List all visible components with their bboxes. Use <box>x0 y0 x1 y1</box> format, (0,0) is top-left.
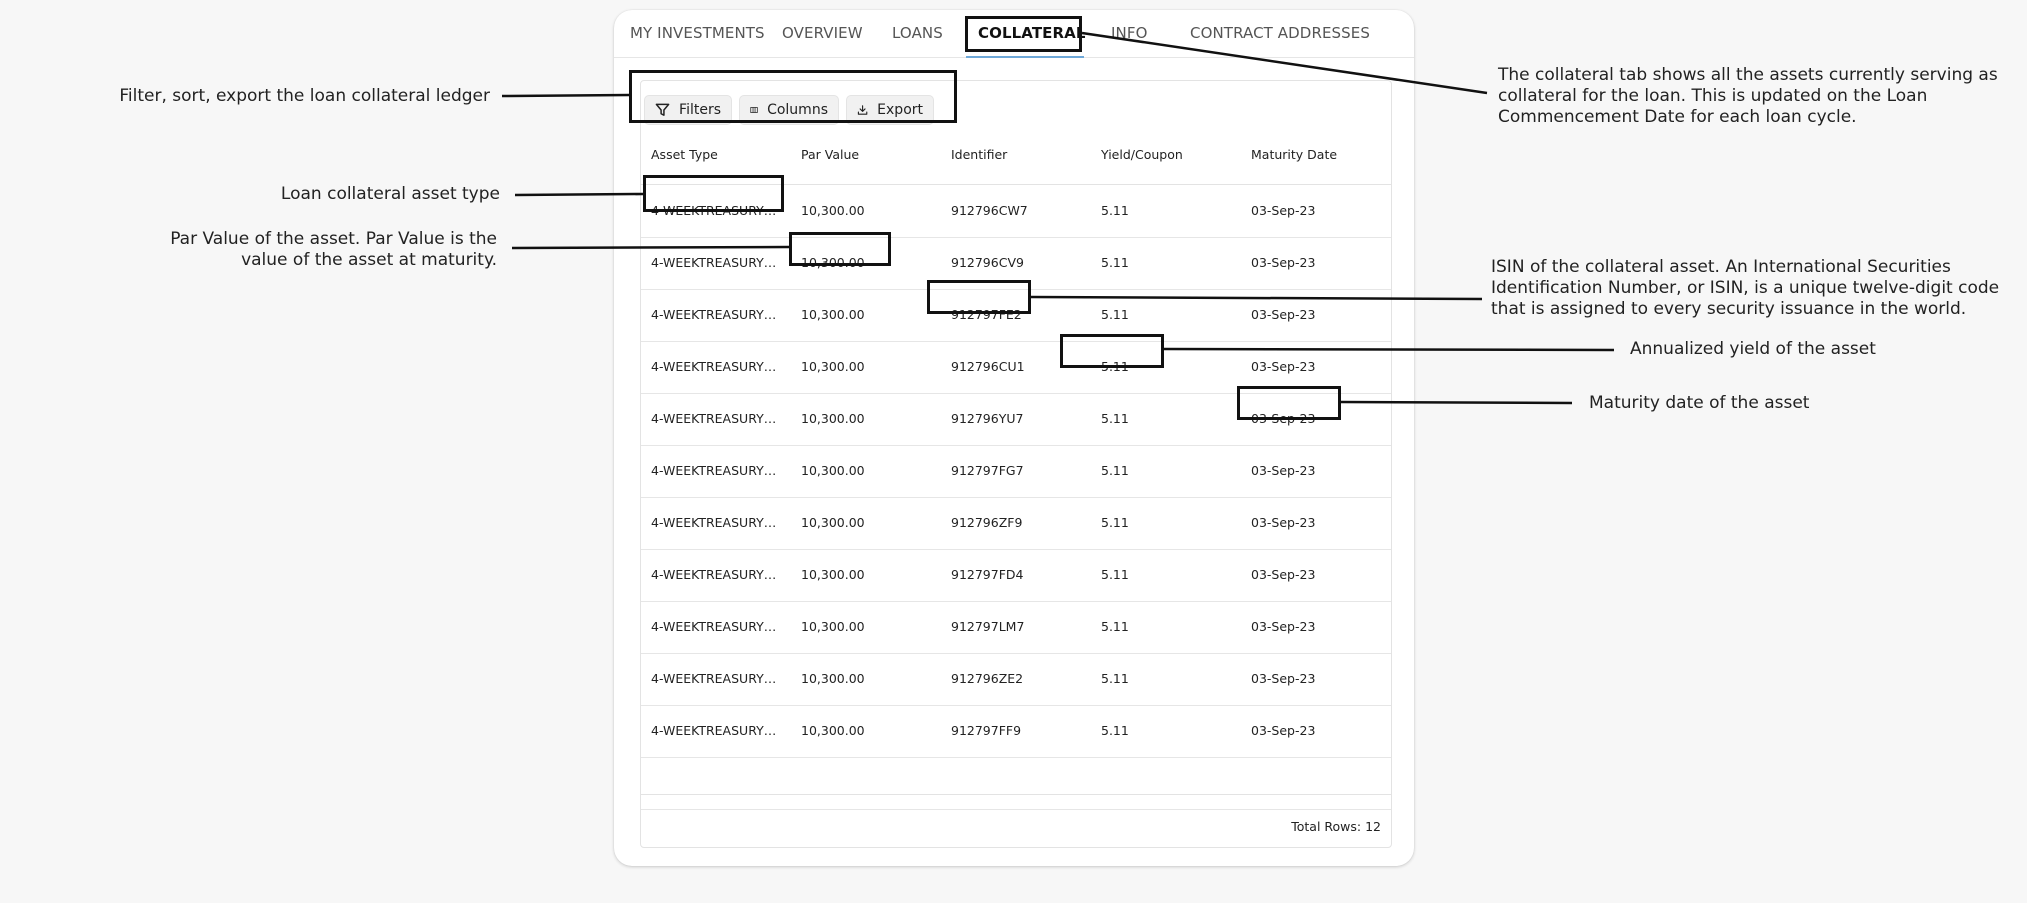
asset-type-annotation: Loan collateral asset type <box>100 184 500 205</box>
par-value-annotation-line1: Par Value of the asset. Par Value is the <box>170 229 497 249</box>
maturity-annotation: Maturity date of the asset <box>1589 393 1969 414</box>
isin-annotation-line2: Identification Number, or ISIN, is a uni… <box>1491 278 2000 298</box>
collateral-tab-annotation-line2: collateral for the loan. This is updated… <box>1498 86 1928 106</box>
asset-type-callout-line <box>514 192 644 197</box>
maturity-callout-line <box>1340 400 1573 405</box>
identifier-callout-line <box>1030 295 1483 301</box>
isin-annotation-line1: ISIN of the collateral asset. An Interna… <box>1491 257 1951 277</box>
yield-annotation-text: Annualized yield of the asset <box>1630 339 1876 359</box>
isin-annotation: ISIN of the collateral asset. An Interna… <box>1491 257 2021 320</box>
par-value-callout-line <box>511 245 790 250</box>
yield-annotation: Annualized yield of the asset <box>1630 339 2010 360</box>
collateral-tab-annotation-line3: Commencement Date for each loan cycle. <box>1498 107 1857 127</box>
collateral-tab-annotation: The collateral tab shows all the assets … <box>1498 65 2018 128</box>
collateral-tab-annotation-line1: The collateral tab shows all the assets … <box>1498 65 1998 85</box>
collateral-tab-callout-line <box>1081 31 1488 95</box>
asset-type-annotation-text: Loan collateral asset type <box>280 184 500 204</box>
toolbar-annotation-text: Filter, sort, export the loan collateral… <box>119 86 490 106</box>
toolbar-callout-line <box>501 93 630 98</box>
yield-callout-line <box>1163 347 1615 352</box>
maturity-annotation-text: Maturity date of the asset <box>1589 393 1810 413</box>
isin-annotation-line3: that is assigned to every security issua… <box>1491 299 1967 319</box>
par-value-annotation-line2: value of the asset at maturity. <box>241 250 497 270</box>
callout-lines <box>501 31 1615 405</box>
par-value-annotation: Par Value of the asset. Par Value is the… <box>100 229 497 271</box>
toolbar-annotation: Filter, sort, export the loan collateral… <box>100 86 490 107</box>
